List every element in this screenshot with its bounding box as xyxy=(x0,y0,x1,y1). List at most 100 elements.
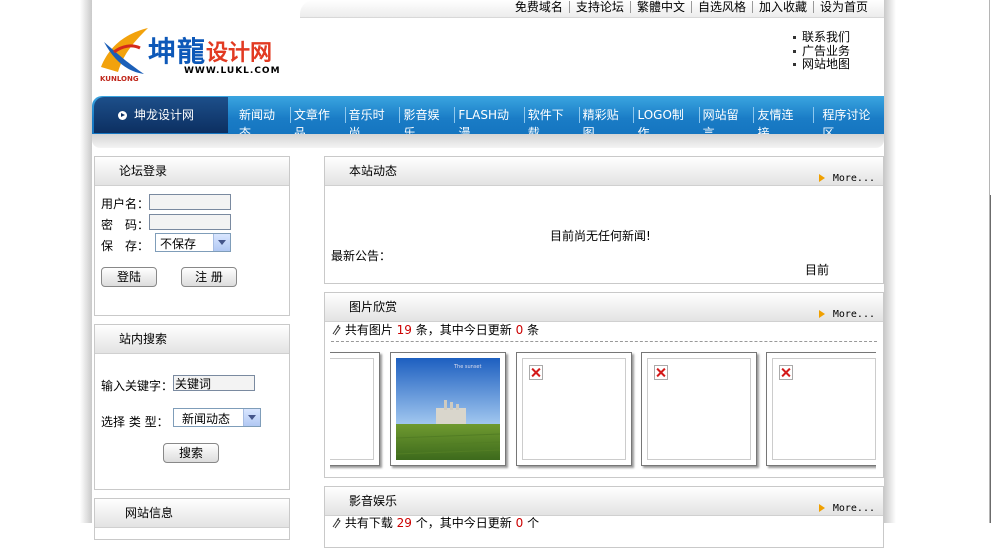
separator xyxy=(578,107,580,123)
quicklink-ads[interactable]: 广告业务 xyxy=(792,44,850,59)
save-select[interactable]: 不保存 xyxy=(155,233,231,252)
toplink-homepage[interactable]: 设为首页 xyxy=(814,0,874,14)
arrow-right-icon xyxy=(818,310,825,318)
gallery-thumb[interactable] xyxy=(766,352,876,466)
page-shadow-right xyxy=(884,0,896,523)
nav-home-label: 坤龙设计网 xyxy=(134,108,195,122)
news-empty: 目前尚无任何新闻! xyxy=(550,229,651,243)
separator xyxy=(289,107,291,123)
keyword-label: 输入关键字： xyxy=(101,379,174,393)
save-label: 保 存： xyxy=(101,239,150,253)
gallery-stat-mid: 条，其中今日更新 xyxy=(415,323,512,337)
media-stat-mid: 个，其中今日更新 xyxy=(415,516,512,530)
broken-image-icon xyxy=(779,365,793,380)
toplink-traditional[interactable]: 繁體中文 xyxy=(631,0,691,14)
site-logo[interactable]: 坤龍 设计网 WWW.LUKL.COM KUNLONG xyxy=(96,20,286,84)
separator xyxy=(633,107,635,123)
media-stat-suffix: 个 xyxy=(527,516,540,530)
login-title: 论坛登录 xyxy=(119,164,168,178)
gallery-divider xyxy=(331,341,877,342)
media-today: 0 xyxy=(515,516,524,530)
notice-label: 最新公告： xyxy=(331,249,392,263)
separator xyxy=(344,107,346,123)
gallery-total: 19 xyxy=(396,323,412,337)
register-button[interactable]: 注 册 xyxy=(181,267,237,287)
pin-icon xyxy=(332,324,341,336)
gallery-stat-prefix: 共有图片 xyxy=(344,323,393,337)
type-select-value: 新闻动态 xyxy=(182,412,231,426)
media-panel: 影音娱乐 More... 共有下载 29 个，其中今日更新 0 个 xyxy=(324,486,884,548)
search-button[interactable]: 搜索 xyxy=(163,443,219,463)
save-select-value: 不保存 xyxy=(160,237,197,251)
nav-shadow xyxy=(92,134,884,148)
keyword-input[interactable] xyxy=(173,375,255,391)
toplink-favorite[interactable]: 加入收藏 xyxy=(753,0,813,14)
gallery-thumb-photo[interactable]: The sunset xyxy=(390,352,506,466)
gallery-today: 0 xyxy=(515,323,524,337)
gallery-title: 图片欣赏 xyxy=(349,300,398,314)
toplink-style[interactable]: 自选风格 xyxy=(692,0,752,14)
arrow-right-icon xyxy=(818,174,825,182)
top-links-bar: 免费域名 支持论坛 繁體中文 自选风格 加入收藏 设为首页 xyxy=(300,0,884,18)
separator xyxy=(753,107,755,123)
login-button[interactable]: 登陆 xyxy=(101,267,157,287)
media-more-link[interactable]: More... xyxy=(818,495,875,523)
gallery-more-link[interactable]: More... xyxy=(818,301,875,329)
search-box: 站内搜索 输入关键字： 选择 类 型： 新闻动态 搜索 xyxy=(94,324,290,490)
media-header: 影音娱乐 More... xyxy=(325,487,883,516)
main-nav: 坤龙设计网 新闻动态 文章作品 音乐时尚 影音娱乐 FLASH动漫 软件下载 精… xyxy=(92,96,884,148)
news-panel: 本站动态 More... 目前尚无任何新闻! 最新公告： 目前 xyxy=(324,156,884,284)
arrow-right-icon xyxy=(818,504,825,512)
dragon-logo-icon xyxy=(101,28,148,74)
media-total: 29 xyxy=(396,516,412,530)
siteinfo-header: 网站信息 xyxy=(95,499,289,528)
siteinfo-box: 网站信息 xyxy=(94,498,290,540)
broken-image-icon xyxy=(654,365,668,380)
gallery-scroller[interactable]: The sunset xyxy=(330,346,876,470)
news-title: 本站动态 xyxy=(349,164,398,178)
scrollbar-line xyxy=(990,195,991,523)
notice-text: 目前 xyxy=(805,263,830,277)
separator xyxy=(454,107,456,123)
logo-design-text: 设计网 xyxy=(206,41,273,66)
username-input[interactable] xyxy=(149,194,231,210)
news-more-label: More... xyxy=(832,173,875,184)
quicklink-contact[interactable]: 联系我们 xyxy=(792,30,850,45)
page-shadow-left xyxy=(80,0,92,523)
chevron-down-icon[interactable] xyxy=(243,409,260,426)
news-header: 本站动态 More... xyxy=(325,157,883,186)
nav-home[interactable]: 坤龙设计网 xyxy=(94,97,228,133)
media-stat-prefix: 共有下载 xyxy=(344,516,393,530)
gallery-stats: 共有图片 19 条，其中今日更新 0 条 xyxy=(331,321,539,338)
type-select[interactable]: 新闻动态 xyxy=(173,408,261,427)
quicklink-sitemap[interactable]: 网站地图 xyxy=(792,57,850,72)
logo-url: WWW.LUKL.COM xyxy=(184,66,281,76)
pin-icon xyxy=(332,517,341,529)
search-title: 站内搜索 xyxy=(119,332,168,346)
gallery-thumb[interactable] xyxy=(641,352,757,466)
toplink-free-domain[interactable]: 免费域名 xyxy=(509,0,569,14)
media-more-label: More... xyxy=(832,503,875,514)
play-arrow-icon xyxy=(118,111,127,120)
search-header: 站内搜索 xyxy=(95,325,289,354)
nav-bar: 坤龙设计网 新闻动态 文章作品 音乐时尚 影音娱乐 FLASH动漫 软件下载 精… xyxy=(92,96,884,140)
broken-image-icon xyxy=(529,365,543,380)
separator xyxy=(813,107,815,123)
password-input[interactable] xyxy=(149,214,231,230)
toplink-forum[interactable]: 支持论坛 xyxy=(570,0,630,14)
gallery-thumb[interactable] xyxy=(330,352,380,466)
logo-kunlong-text: 坤龍 xyxy=(148,35,207,68)
password-label: 密 码： xyxy=(101,218,150,232)
news-more-link[interactable]: More... xyxy=(818,165,875,193)
landscape-image xyxy=(396,358,500,460)
separator xyxy=(698,107,700,123)
login-header: 论坛登录 xyxy=(95,157,289,186)
chevron-down-icon[interactable] xyxy=(213,234,230,251)
media-title: 影音娱乐 xyxy=(349,494,398,508)
gallery-header: 图片欣赏 More... xyxy=(325,293,883,322)
gallery-more-label: More... xyxy=(832,309,875,320)
login-box: 论坛登录 用户名： 密 码： 保 存： 不保存 登陆 注 册 xyxy=(94,156,290,316)
landscape-photo: The sunset xyxy=(396,358,500,460)
gallery-thumb[interactable] xyxy=(516,352,632,466)
logo-english: KUNLONG xyxy=(100,75,139,83)
